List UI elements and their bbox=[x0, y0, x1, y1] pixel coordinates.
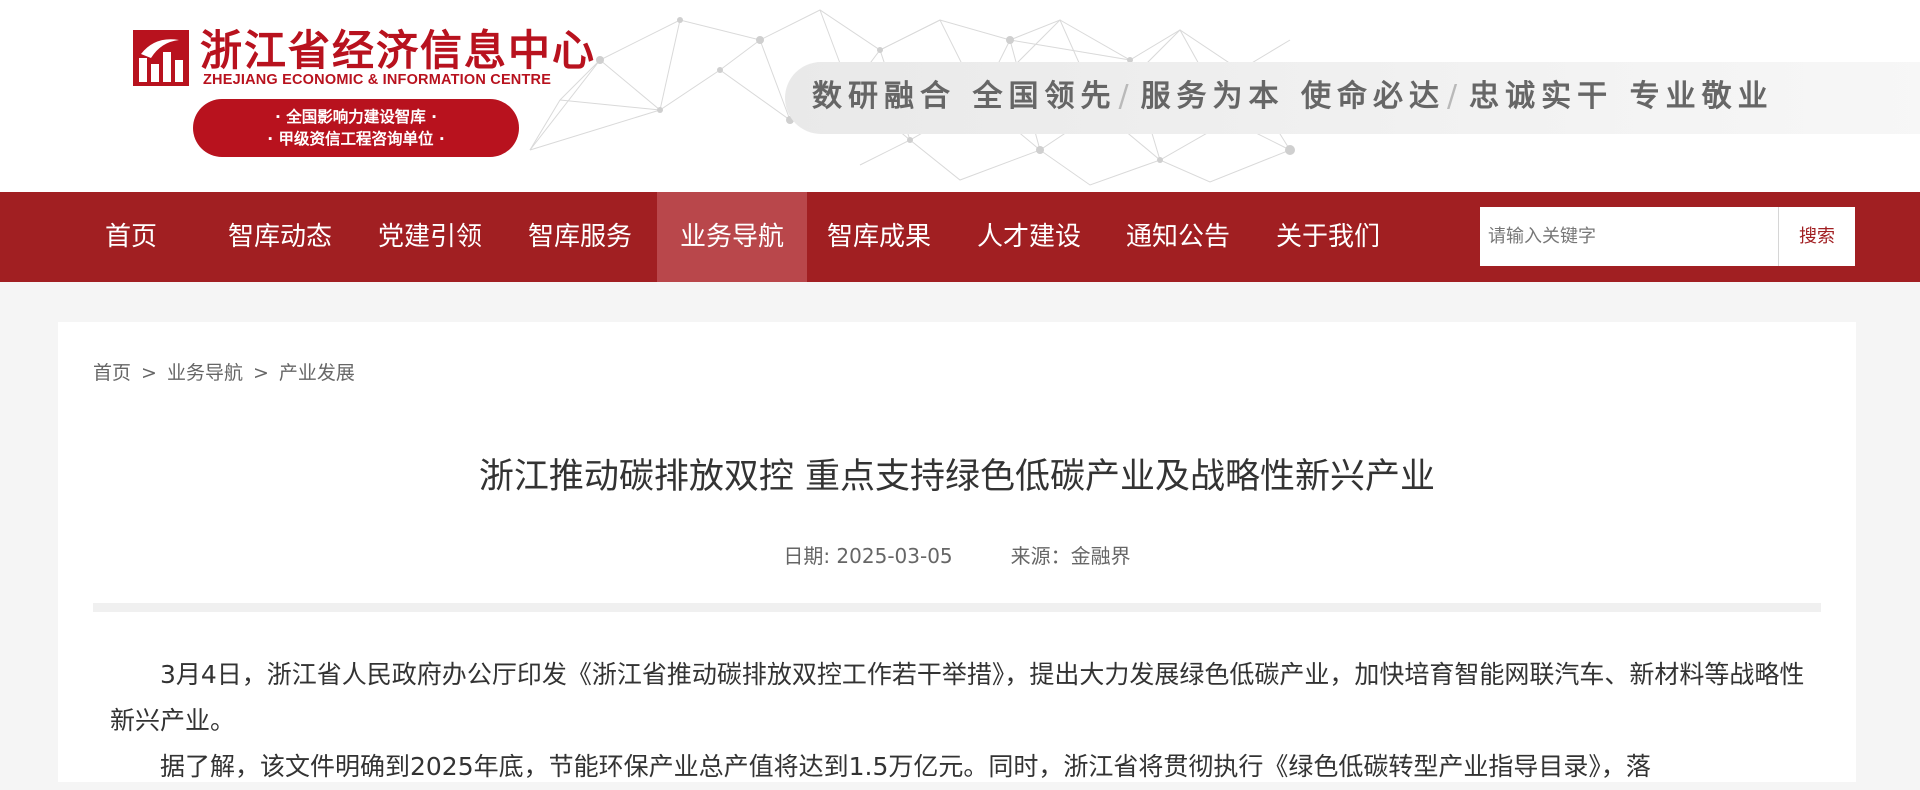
article-title: 浙江推动碳排放双控 重点支持绿色低碳产业及战略性新兴产业 bbox=[478, 457, 1436, 497]
nav-item-think-tank-news[interactable]: 智库动态 bbox=[228, 192, 332, 282]
nav-item-about-us[interactable]: 关于我们 bbox=[1276, 192, 1380, 282]
article-date: 日期: 2025-03-05 bbox=[783, 544, 953, 568]
nav-item-business-navigation[interactable]: 业务导航 bbox=[657, 192, 807, 282]
slogan-separator: / bbox=[1447, 79, 1458, 114]
slogan: 数研融合 全国领先/服务为本 使命必达/忠诚实干 专业敬业 bbox=[812, 74, 1774, 120]
nav-item-think-tank-services[interactable]: 智库服务 bbox=[528, 192, 632, 282]
article-paragraph: 3月4日，浙江省人民政府办公厅印发《浙江省推动碳排放双控工作若干举措》，提出大力… bbox=[110, 660, 1805, 735]
search-button[interactable]: 搜索 bbox=[1779, 207, 1855, 266]
slogan-1: 数研融合 全国领先 bbox=[812, 79, 1117, 114]
logo-english-name: ZHEJIANG ECONOMIC & INFORMATION CENTRE bbox=[203, 72, 552, 88]
breadcrumb-industry-development[interactable]: 产业发展 bbox=[279, 358, 355, 385]
slogan-2: 服务为本 使命必达 bbox=[1140, 79, 1446, 114]
nav-item-notices[interactable]: 通知公告 bbox=[1126, 192, 1230, 282]
site-header: 浙江省经济信息中心 ZHEJIANG ECONOMIC & INFORMATIO… bbox=[0, 0, 1920, 192]
nav-item-home[interactable]: 首页 bbox=[105, 192, 157, 282]
article-source: 来源：金融界 bbox=[1010, 544, 1131, 568]
honor-badge: · 全国影响力建设智库 · · 甲级资信工程咨询单位 · bbox=[193, 99, 519, 157]
article-meta: 日期: 2025-03-05 来源：金融界 bbox=[58, 540, 1856, 569]
article-paragraph: 据了解，该文件明确到2025年底，节能环保产业总产值将达到1.5万亿元。同时，浙… bbox=[160, 752, 1651, 781]
title-divider bbox=[93, 603, 1821, 612]
breadcrumb-business-navigation[interactable]: 业务导航 bbox=[167, 358, 243, 385]
slogan-3: 忠诚实干 专业敬业 bbox=[1469, 79, 1774, 114]
slogan-separator: / bbox=[1118, 79, 1129, 114]
article-body: 3月4日，浙江省人民政府办公厅印发《浙江省推动碳排放双控工作若干举措》，提出大力… bbox=[110, 652, 1810, 790]
breadcrumb-home[interactable]: 首页 bbox=[93, 358, 131, 385]
breadcrumb: 首页 > 业务导航 > 产业发展 bbox=[93, 358, 355, 385]
search-input[interactable] bbox=[1480, 207, 1776, 266]
breadcrumb-separator: > bbox=[252, 362, 269, 384]
article-card: 首页 > 业务导航 > 产业发展 浙江推动碳排放双控 重点支持绿色低碳产业及战略性新兴产… bbox=[58, 322, 1856, 782]
badge-line-1: · 全国影响力建设智库 · bbox=[274, 108, 438, 126]
nav-item-achievements[interactable]: 智库成果 bbox=[827, 192, 931, 282]
badge-line-2: · 甲级资信工程咨询单位 · bbox=[267, 130, 445, 148]
nav-item-party-building[interactable]: 党建引领 bbox=[378, 192, 482, 282]
nav-item-talent[interactable]: 人才建设 bbox=[977, 192, 1081, 282]
search-box: 搜索 bbox=[1480, 207, 1855, 266]
logo-chinese-name: 浙江省经济信息中心 bbox=[200, 26, 597, 75]
breadcrumb-separator: > bbox=[141, 362, 157, 384]
zjeic-logo-icon bbox=[133, 30, 189, 86]
